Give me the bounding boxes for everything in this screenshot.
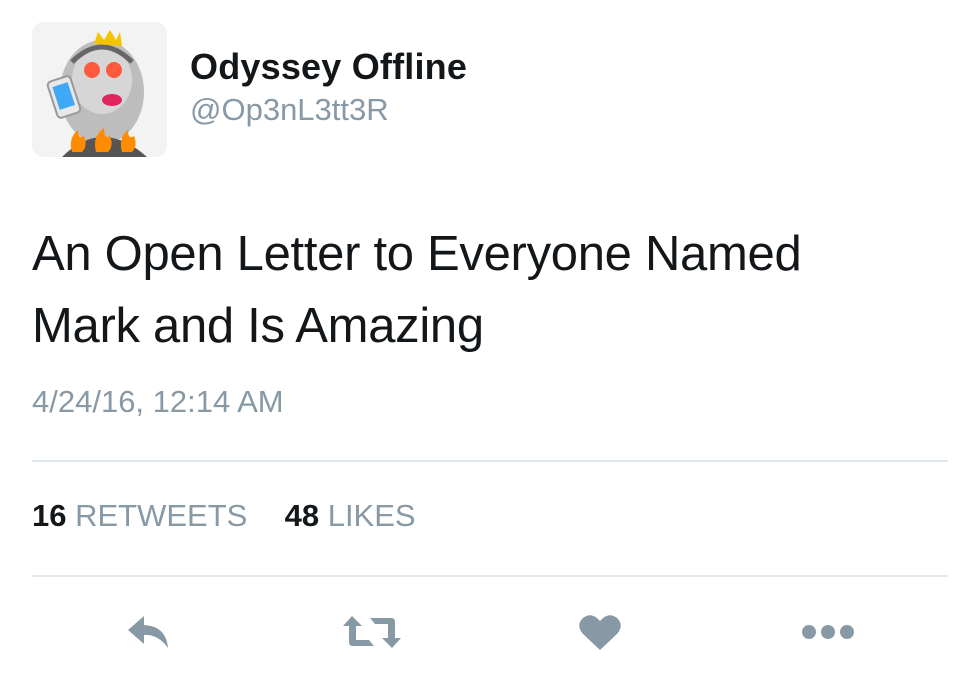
more-button[interactable] [798, 604, 858, 660]
engagement-stats: 16 RETWEETS 48 LIKES [32, 498, 416, 534]
retweet-icon [342, 612, 402, 652]
display-name[interactable]: Odyssey Offline [190, 46, 467, 88]
divider [32, 460, 948, 462]
tweet-text-line: Mark and Is Amazing [32, 299, 484, 353]
like-count[interactable]: 48 [285, 498, 319, 533]
divider [32, 575, 948, 577]
user-handle[interactable]: @Op3nL3tt3R [190, 92, 389, 128]
avatar[interactable] [32, 22, 167, 157]
like-button[interactable] [570, 604, 630, 660]
more-dots-icon [800, 622, 856, 642]
like-label[interactable]: LIKES [328, 498, 416, 533]
retweet-button[interactable] [342, 604, 402, 660]
timestamp[interactable]: 4/24/16, 12:14 AM [32, 384, 284, 420]
reply-icon [124, 612, 172, 652]
heart-icon [578, 612, 622, 652]
reply-button[interactable] [118, 604, 178, 660]
tweet-text: An Open Letter to Everyone Named Mark an… [32, 218, 932, 362]
retweet-label[interactable]: RETWEETS [75, 498, 247, 533]
retweet-count[interactable]: 16 [32, 498, 66, 533]
tweet-text-line: An Open Letter to Everyone Named [32, 227, 802, 281]
